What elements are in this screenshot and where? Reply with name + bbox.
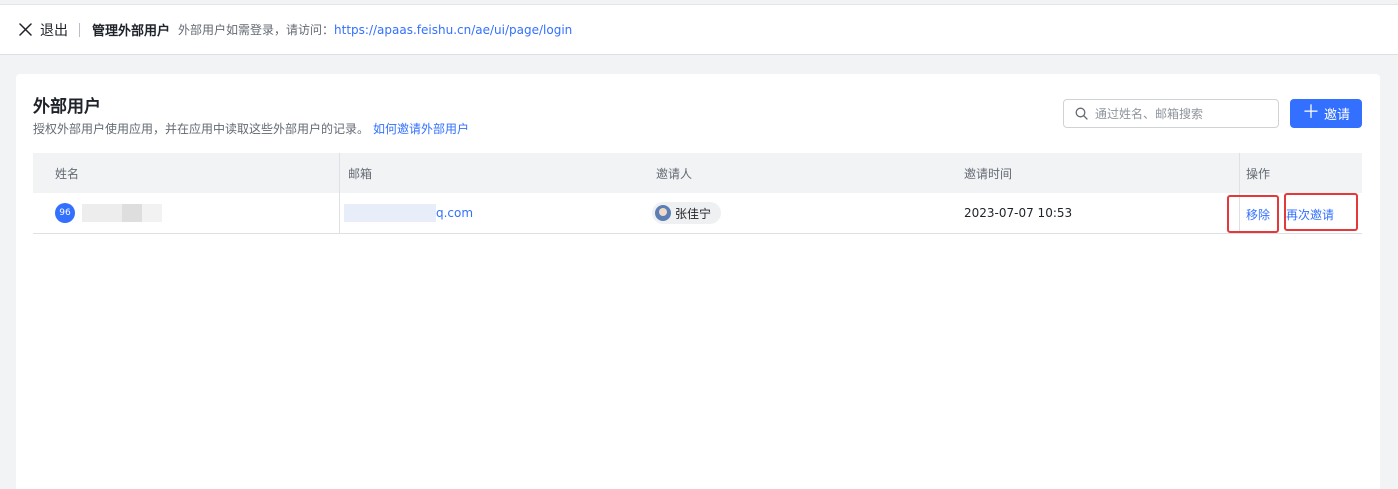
name-blurred	[82, 204, 162, 222]
inviter-avatar	[655, 205, 671, 221]
inviter-name: 张佳宁	[675, 206, 712, 221]
invite-time: 2023-07-07 10:53	[964, 206, 1073, 220]
highlight-box-reinvite	[1284, 193, 1358, 231]
invite-button-label: 邀请	[1323, 108, 1350, 123]
column-header-actions: 操作	[1246, 166, 1271, 181]
avatar: 96	[55, 203, 75, 223]
page-description: 授权外部用户使用应用，并在应用中读取这些外部用户的记录。 如何邀请外部用户	[33, 120, 469, 137]
divider	[79, 22, 80, 37]
login-url-link[interactable]: https://apaas.feishu.cn/ae/ui/page/login	[334, 23, 572, 37]
exit-label: 退出	[40, 22, 68, 39]
external-users-table: 姓名 邮箱 邀请人 邀请时间 操作 96 q.com 张佳宁 2023-07-0…	[33, 153, 1362, 234]
top-bar: 退出 管理外部用户 外部用户如需登录，请访问： https://apaas.fe…	[0, 4, 1398, 55]
login-note: 外部用户如需登录，请访问：	[178, 23, 335, 37]
exit-button[interactable]: 退出	[19, 20, 68, 40]
name-cell: 96	[33, 193, 340, 233]
column-header-email[interactable]: 邮箱	[340, 153, 648, 193]
column-header-inviter[interactable]: 邀请人	[648, 153, 956, 193]
inviter-cell: 张佳宁	[648, 193, 956, 233]
search-icon	[1075, 107, 1088, 120]
email-value[interactable]: q.com	[436, 206, 473, 220]
plus-icon: ＋	[1301, 101, 1320, 123]
search-box[interactable]	[1063, 99, 1279, 128]
invite-button[interactable]: ＋ 邀请	[1290, 99, 1362, 128]
search-input[interactable]	[1095, 106, 1265, 121]
invite-time-cell: 2023-07-07 10:53	[956, 193, 1240, 233]
main-card: 外部用户 授权外部用户使用应用，并在应用中读取这些外部用户的记录。 如何邀请外部用…	[16, 74, 1380, 489]
table-row[interactable]: 96 q.com 张佳宁 2023-07-07 10:53 移除 再次邀请	[33, 193, 1362, 234]
page-title: 外部用户	[33, 97, 101, 117]
highlight-box-remove	[1227, 195, 1279, 233]
inviter-chip[interactable]: 张佳宁	[652, 202, 722, 224]
topbar-title: 管理外部用户	[92, 24, 171, 39]
description-text: 授权外部用户使用应用，并在应用中读取这些外部用户的记录。	[33, 122, 370, 136]
column-header-invite-time[interactable]: 邀请时间	[956, 153, 1240, 193]
actions-cell: 移除 再次邀请	[1227, 193, 1362, 233]
table-header: 姓名 邮箱 邀请人 邀请时间 操作	[33, 153, 1362, 193]
email-blurred	[344, 204, 436, 222]
column-header-name[interactable]: 姓名	[33, 153, 340, 193]
email-cell: q.com	[340, 193, 648, 233]
close-icon	[19, 23, 32, 36]
help-link[interactable]: 如何邀请外部用户	[373, 122, 469, 136]
